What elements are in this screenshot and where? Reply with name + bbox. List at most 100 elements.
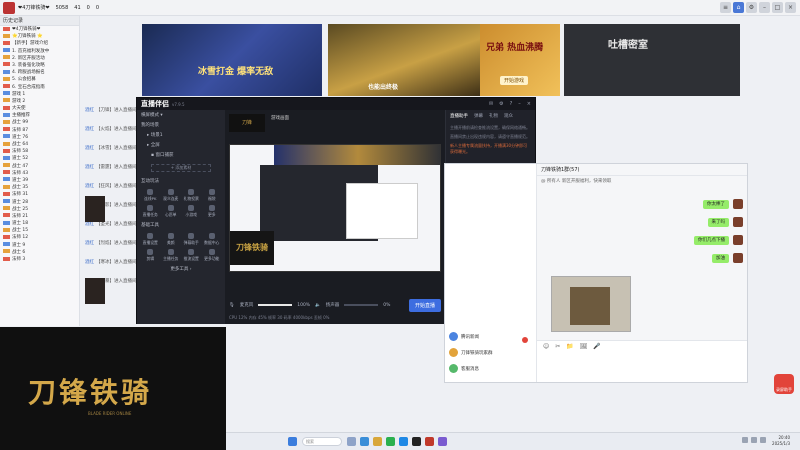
chat-row[interactable]: 战士 35 <box>0 184 79 191</box>
right-panel-tab[interactable]: 观众 <box>504 113 513 119</box>
chat-row[interactable]: ⭐刀锋铁骑 ⭐ <box>0 33 79 40</box>
chat-row[interactable]: 战士 47 <box>0 163 79 170</box>
windows-start-icon[interactable] <box>288 437 297 446</box>
help-icon[interactable]: ? <box>510 101 513 107</box>
source-item[interactable]: ▪ 窗口捕获 <box>137 150 225 160</box>
message-input[interactable]: ☺ ✂ 📁 🖼 🎤 <box>537 340 747 382</box>
message-icon[interactable]: ✉ <box>489 101 493 107</box>
chat-row[interactable]: 战士 25 <box>0 206 79 213</box>
chat-row[interactable]: 6. 宝石合成指南 <box>0 84 79 91</box>
tool-button[interactable]: 美颜 <box>162 232 181 246</box>
scene-thumb[interactable]: 刀锋 <box>229 114 265 132</box>
screen-record-button[interactable]: 录屏助手 <box>774 374 794 394</box>
image-icon[interactable]: 🖼 <box>580 343 588 350</box>
browser-icon[interactable] <box>360 437 369 446</box>
chat-row[interactable]: 道士 39 <box>0 177 79 184</box>
chat-row[interactable]: 4. 跨服战场报名 <box>0 69 79 76</box>
conversation-item[interactable]: 刀锋铁骑玩家群 <box>449 348 535 360</box>
scene-item[interactable]: ▸ 全屏 <box>137 140 225 150</box>
chat-row[interactable]: 主播推荐 <box>0 112 79 119</box>
emoji-icon[interactable]: ☺ <box>543 343 549 350</box>
tool-button[interactable]: 更多 <box>203 204 222 218</box>
chat-row[interactable]: 道士 28 <box>0 199 79 206</box>
chat-row[interactable]: 战士 64 <box>0 141 79 148</box>
ad-banner[interactable]: 冰雪打金 爆率无敌 也能出终极 兄弟 热血沸腾 开始游戏 吐槽密室 <box>142 24 740 96</box>
tool-button[interactable]: 福袋 <box>203 188 222 202</box>
feed-row[interactable]: 酒红 【刀锋】进入直播间 <box>85 106 137 115</box>
feed-row[interactable]: 酒红 【雷霆】进入直播间 <box>85 163 137 172</box>
tool-button[interactable]: 弹幕助手 <box>182 232 201 246</box>
feed-row[interactable]: 酒红 【冰雪】进入直播间 <box>85 144 137 153</box>
folder-icon[interactable] <box>373 437 382 446</box>
chat-row[interactable]: 法师 12 <box>0 234 79 241</box>
close-icon[interactable]: × <box>527 101 531 107</box>
more-tools-link[interactable]: 更多工具 › <box>137 264 225 274</box>
chat-row[interactable]: 游戏 1 <box>0 91 79 98</box>
stream-app-icon[interactable] <box>412 437 421 446</box>
battery-icon[interactable] <box>760 437 766 443</box>
minimize-icon[interactable]: – <box>759 2 770 13</box>
tool-button[interactable]: 直播任务 <box>141 204 160 218</box>
settings-icon[interactable]: ⚙ <box>499 101 503 107</box>
chat-row[interactable]: 法师 87 <box>0 127 79 134</box>
game-icon[interactable] <box>425 437 434 446</box>
mic-icon[interactable]: 🎙 <box>229 303 235 308</box>
start-game-button[interactable]: 开始游戏 <box>500 76 529 85</box>
scissors-icon[interactable]: ✂ <box>555 343 560 350</box>
chat-row[interactable]: 法师 31 <box>0 191 79 198</box>
mic-volume-slider[interactable] <box>258 304 293 306</box>
chat-row[interactable]: 战士 15 <box>0 227 79 234</box>
home-icon[interactable]: ⌂ <box>733 2 744 13</box>
scene-item[interactable]: ▸ 场景1 <box>137 130 225 140</box>
tool-button[interactable]: 心愿单 <box>162 204 181 218</box>
banner-tucao[interactable]: 吐槽密室 <box>564 24 740 96</box>
conversation-item[interactable]: 客服消息 <box>449 364 535 376</box>
tool-button[interactable]: 主播任务 <box>162 248 181 262</box>
feed-row[interactable]: 酒红 【狂风】进入直播间 <box>85 182 137 191</box>
chat-row[interactable]: 法师 58 <box>0 148 79 155</box>
channel-avatar[interactable] <box>3 1 15 14</box>
tool-button[interactable]: 礼物投票 <box>182 188 201 202</box>
feed-row[interactable]: 酒红 【寒冰】进入直播间 <box>85 258 137 267</box>
feed-thumbnail[interactable] <box>85 196 105 222</box>
tool-button[interactable]: 直播设置 <box>141 232 160 246</box>
chat-row[interactable]: 法师 21 <box>0 213 79 220</box>
gear-icon[interactable]: ⚙ <box>746 2 757 13</box>
pinned-row[interactable]: ❤4刀锋铁骑❤ <box>0 26 79 33</box>
maximize-icon[interactable]: □ <box>772 2 783 13</box>
avatar[interactable] <box>733 217 743 227</box>
system-tray[interactable] <box>742 437 766 443</box>
taskbar-search[interactable]: 搜索 <box>302 437 342 446</box>
chat-row[interactable]: 法师 3 <box>0 256 79 263</box>
chat-row[interactable]: 道士 76 <box>0 134 79 141</box>
chat-row[interactable]: 游戏 2 <box>0 98 79 105</box>
go-live-button[interactable]: 开始直播 <box>408 298 441 312</box>
banner-equip-game[interactable]: 也能出终极 <box>328 24 480 96</box>
mode-selector[interactable]: 横屏模式 ▾ <box>137 110 225 120</box>
minimize-icon[interactable]: – <box>518 101 521 107</box>
tool-button[interactable]: 剪辑 <box>141 248 160 262</box>
live-preview[interactable]: 刀锋铁骑 <box>229 144 441 272</box>
chat-row[interactable]: 道士 52 <box>0 155 79 162</box>
right-panel-tab[interactable]: 礼物 <box>489 113 498 119</box>
chat-row[interactable]: 2. 新区开服活动 <box>0 55 79 62</box>
chat-row[interactable]: 3. 装备强化攻略 <box>0 62 79 69</box>
mic-icon[interactable]: 🎤 <box>593 343 600 350</box>
menu-icon[interactable]: ≡ <box>720 2 731 13</box>
chat-row[interactable]: 大天使 <box>0 105 79 112</box>
chat-row[interactable]: 战士 99 <box>0 119 79 126</box>
banner-ice-game[interactable]: 冰雪打金 爆率无敌 <box>142 24 322 96</box>
feed-row[interactable]: 酒红 【烈焰】进入直播间 <box>85 239 137 248</box>
preview-tab[interactable]: 游戏画面 <box>271 114 289 132</box>
feed-thumbnail[interactable] <box>85 278 105 304</box>
tool-button[interactable]: 小游戏 <box>182 204 201 218</box>
network-icon[interactable] <box>742 437 748 443</box>
clock[interactable]: 20:40 2025/1/3 <box>772 435 790 447</box>
wechat-icon[interactable] <box>386 437 395 446</box>
chat-row[interactable]: 道士 9 <box>0 242 79 249</box>
file-explorer-icon[interactable] <box>347 437 356 446</box>
image-message[interactable] <box>551 276 631 332</box>
chat-row[interactable]: 1. 首充福利发放中 <box>0 48 79 55</box>
tool-button[interactable]: 连线PK <box>141 188 160 202</box>
avatar[interactable] <box>733 235 743 245</box>
